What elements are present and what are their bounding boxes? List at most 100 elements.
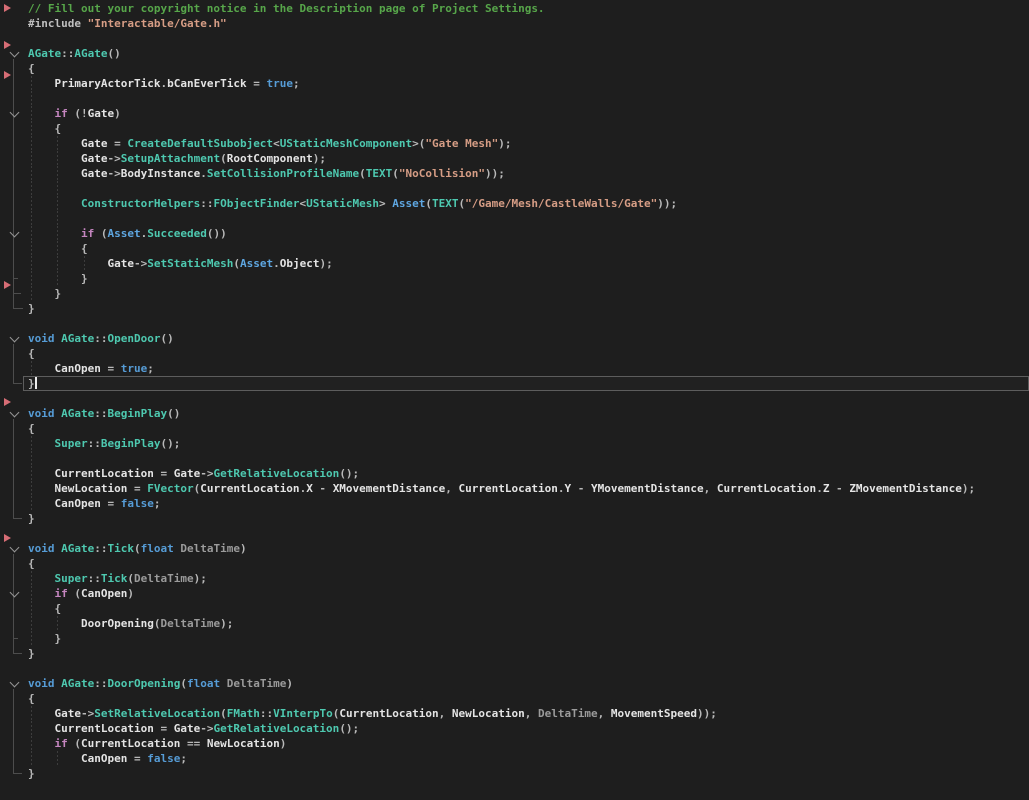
code-token-var: CanOpen	[81, 587, 127, 600]
indent-guide	[31, 106, 32, 121]
code-line[interactable]	[0, 451, 1029, 466]
code-line[interactable]	[0, 316, 1029, 331]
indent-guide	[57, 226, 58, 241]
code-line[interactable]: Gate = CreateDefaultSubobject<UStaticMes…	[0, 136, 1029, 151]
code-token-pn: (	[220, 152, 227, 165]
code-line[interactable]: }	[0, 511, 1029, 526]
code-line[interactable]: CanOpen = false;	[0, 751, 1029, 766]
code-line[interactable]: void AGate::DoorOpening(float DeltaTime)	[0, 676, 1029, 691]
code-editor[interactable]: // Fill out your copyright notice in the…	[0, 0, 1029, 800]
code-line[interactable]	[0, 526, 1029, 541]
code-line[interactable]	[0, 91, 1029, 106]
code-token-pn: )	[286, 677, 293, 690]
code-line[interactable]: {	[0, 61, 1029, 76]
code-token-var: CanOpen	[81, 752, 127, 765]
code-token-pn: );	[194, 572, 207, 585]
code-line[interactable]: DoorOpening(DeltaTime);	[0, 616, 1029, 631]
code-line[interactable]: {	[0, 601, 1029, 616]
code-line[interactable]	[0, 781, 1029, 796]
code-line[interactable]: }	[0, 271, 1029, 286]
code-line[interactable]: if (CanOpen)	[0, 586, 1029, 601]
code-line[interactable]: {	[0, 241, 1029, 256]
code-line[interactable]: }	[0, 376, 1029, 391]
indent-guide	[31, 631, 32, 646]
code-token-fn: TEXT	[366, 167, 393, 180]
indent-guide	[31, 436, 32, 451]
code-token-var: Gate	[81, 137, 108, 150]
code-line[interactable]: }	[0, 286, 1029, 301]
code-line[interactable]: if (Asset.Succeeded())	[0, 226, 1029, 241]
code-line[interactable]: CurrentLocation = Gate->GetRelativeLocat…	[0, 721, 1029, 736]
code-area[interactable]: // Fill out your copyright notice in the…	[0, 1, 1029, 796]
code-line[interactable]: Gate->SetRelativeLocation(FMath::VInterp…	[0, 706, 1029, 721]
code-line[interactable]: CanOpen = true;	[0, 361, 1029, 376]
code-line[interactable]	[0, 661, 1029, 676]
code-line[interactable]: {	[0, 421, 1029, 436]
code-line[interactable]: void AGate::OpenDoor()	[0, 331, 1029, 346]
code-line[interactable]: }	[0, 766, 1029, 781]
code-line[interactable]: if (!Gate)	[0, 106, 1029, 121]
code-token-fn: VInterpTo	[273, 707, 333, 720]
code-line[interactable]: Gate->SetupAttachment(RootComponent);	[0, 151, 1029, 166]
code-line[interactable]: // Fill out your copyright notice in the…	[0, 1, 1029, 16]
code-line[interactable]: Gate->BodyInstance.SetCollisionProfileNa…	[0, 166, 1029, 181]
indent-guide	[57, 616, 58, 631]
code-line[interactable]: NewLocation = FVector(CurrentLocation.X …	[0, 481, 1029, 496]
code-token-kw: float	[141, 542, 174, 555]
code-line[interactable]: }	[0, 631, 1029, 646]
code-line[interactable]	[0, 211, 1029, 226]
code-line[interactable]: void AGate::BeginPlay()	[0, 406, 1029, 421]
code-line[interactable]: {	[0, 346, 1029, 361]
code-token-var: Gate	[81, 167, 108, 180]
indent-guide	[31, 451, 32, 466]
code-token-pn: (	[68, 737, 81, 750]
indent-guide	[84, 256, 85, 271]
code-token-fn: Succeeded	[147, 227, 207, 240]
code-line[interactable]: {	[0, 691, 1029, 706]
code-token-var: CanOpen	[55, 362, 101, 375]
code-token-pn: ->	[107, 152, 120, 165]
code-line[interactable]: Super::Tick(DeltaTime);	[0, 571, 1029, 586]
code-token-kw: void	[28, 677, 61, 690]
code-line[interactable]	[0, 31, 1029, 46]
code-token-pn	[28, 257, 107, 270]
code-line[interactable]: if (CurrentLocation == NewLocation)	[0, 736, 1029, 751]
code-token-par: DeltaTime	[538, 707, 598, 720]
code-token-var: MovementSpeed	[611, 707, 697, 720]
code-line[interactable]: #include "Interactable/Gate.h"	[0, 16, 1029, 31]
code-token-pn: (	[392, 167, 399, 180]
code-token-var: CurrentLocation	[459, 482, 558, 495]
indent-guide	[31, 721, 32, 736]
code-token-pn: -	[829, 482, 849, 495]
code-line[interactable]: Gate->SetStaticMesh(Asset.Object);	[0, 256, 1029, 271]
code-line[interactable]: {	[0, 121, 1029, 136]
code-token-kw: float	[187, 677, 220, 690]
code-token-pn: (	[220, 707, 227, 720]
code-token-pn: =	[107, 137, 127, 150]
indent-guide	[31, 271, 32, 286]
indent-guide	[31, 181, 32, 196]
code-line[interactable]: ConstructorHelpers::FObjectFinder<UStati…	[0, 196, 1029, 211]
code-token-pn: ==	[180, 737, 207, 750]
code-line[interactable]: CanOpen = false;	[0, 496, 1029, 511]
code-line[interactable]	[0, 391, 1029, 406]
code-line[interactable]: }	[0, 301, 1029, 316]
code-line[interactable]: void AGate::Tick(float DeltaTime)	[0, 541, 1029, 556]
code-token-pn: (!	[68, 107, 88, 120]
code-line[interactable]: {	[0, 556, 1029, 571]
code-line[interactable]: Super::BeginPlay();	[0, 436, 1029, 451]
code-line[interactable]: }	[0, 646, 1029, 661]
code-line[interactable]: AGate::AGate()	[0, 46, 1029, 61]
code-line[interactable]: PrimaryActorTick.bCanEverTick = true;	[0, 76, 1029, 91]
indent-guide	[31, 706, 32, 721]
code-token-var: ZMovementDistance	[849, 482, 962, 495]
indent-guide	[31, 196, 32, 211]
indent-guide	[31, 256, 32, 271]
indent-guide	[31, 361, 32, 376]
indent-guide	[31, 166, 32, 181]
code-token-fn: CreateDefaultSubobject	[127, 137, 273, 150]
code-line[interactable]: CurrentLocation = Gate->GetRelativeLocat…	[0, 466, 1029, 481]
code-token-pn: );	[498, 137, 511, 150]
code-token-pn: ()	[160, 332, 173, 345]
code-line[interactable]	[0, 181, 1029, 196]
